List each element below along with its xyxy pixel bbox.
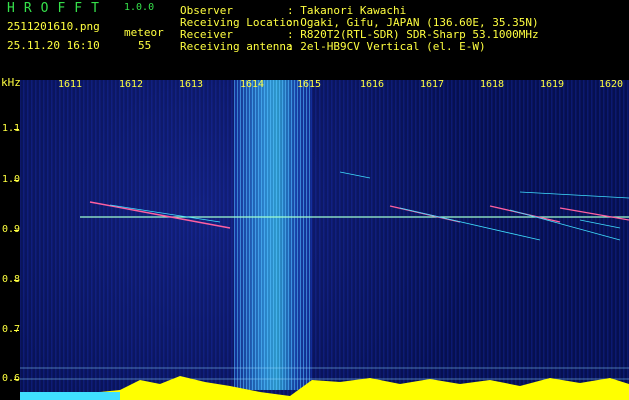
x-tick-label: 1619	[540, 79, 565, 90]
location-value: : Ogaki, Gifu, JAPAN (136.60E, 35.35N)	[287, 16, 539, 29]
location-label: Receiving Location	[180, 16, 300, 29]
x-tick-label: 1612	[119, 79, 144, 90]
x-tick-label: 1615	[297, 79, 322, 90]
receiver-value: : R820T2(RTL-SDR) SDR-Sharp 53.1000MHz	[287, 28, 539, 41]
y-tick	[14, 330, 19, 331]
app-version: 1.0.0	[124, 2, 155, 13]
x-tick-label: 1620	[599, 79, 624, 90]
spectrogram-area	[20, 80, 629, 400]
app-name: HROFFT	[7, 1, 108, 16]
y-tick	[14, 129, 19, 130]
y-tick	[14, 180, 19, 181]
x-tick-label: 1613	[179, 79, 204, 90]
meteor-count: 55	[138, 39, 152, 52]
receiver-label: Receiver	[180, 28, 233, 41]
antenna-value: : 2el-HB9CV Vertical (el. E-W)	[287, 40, 486, 53]
y-tick	[14, 379, 19, 380]
amplitude-baseline	[20, 392, 120, 400]
x-tick-label: 1617	[420, 79, 445, 90]
y-tick	[14, 280, 19, 281]
file-name: 2511201610.png	[7, 20, 100, 33]
x-tick-label: 1616	[360, 79, 385, 90]
observer-value: : Takanori Kawachi	[287, 4, 407, 17]
observer-label: Observer	[180, 4, 233, 17]
x-tick-label: 1618	[480, 79, 505, 90]
y-unit-label: kHz	[1, 76, 21, 89]
y-tick	[14, 230, 19, 231]
x-tick-label: 1611	[58, 79, 83, 90]
date-time: 25.11.20 16:10	[7, 39, 100, 52]
meteor-echoes	[89, 171, 629, 241]
antenna-label: Receiving antenna	[180, 40, 293, 53]
x-tick-label: 1614	[240, 79, 265, 90]
header-panel: HROFFT 1.0.0 2511201610.png meteor 25.11…	[0, 0, 629, 72]
spectrogram-overlay	[20, 171, 629, 400]
category-label: meteor	[124, 26, 164, 39]
